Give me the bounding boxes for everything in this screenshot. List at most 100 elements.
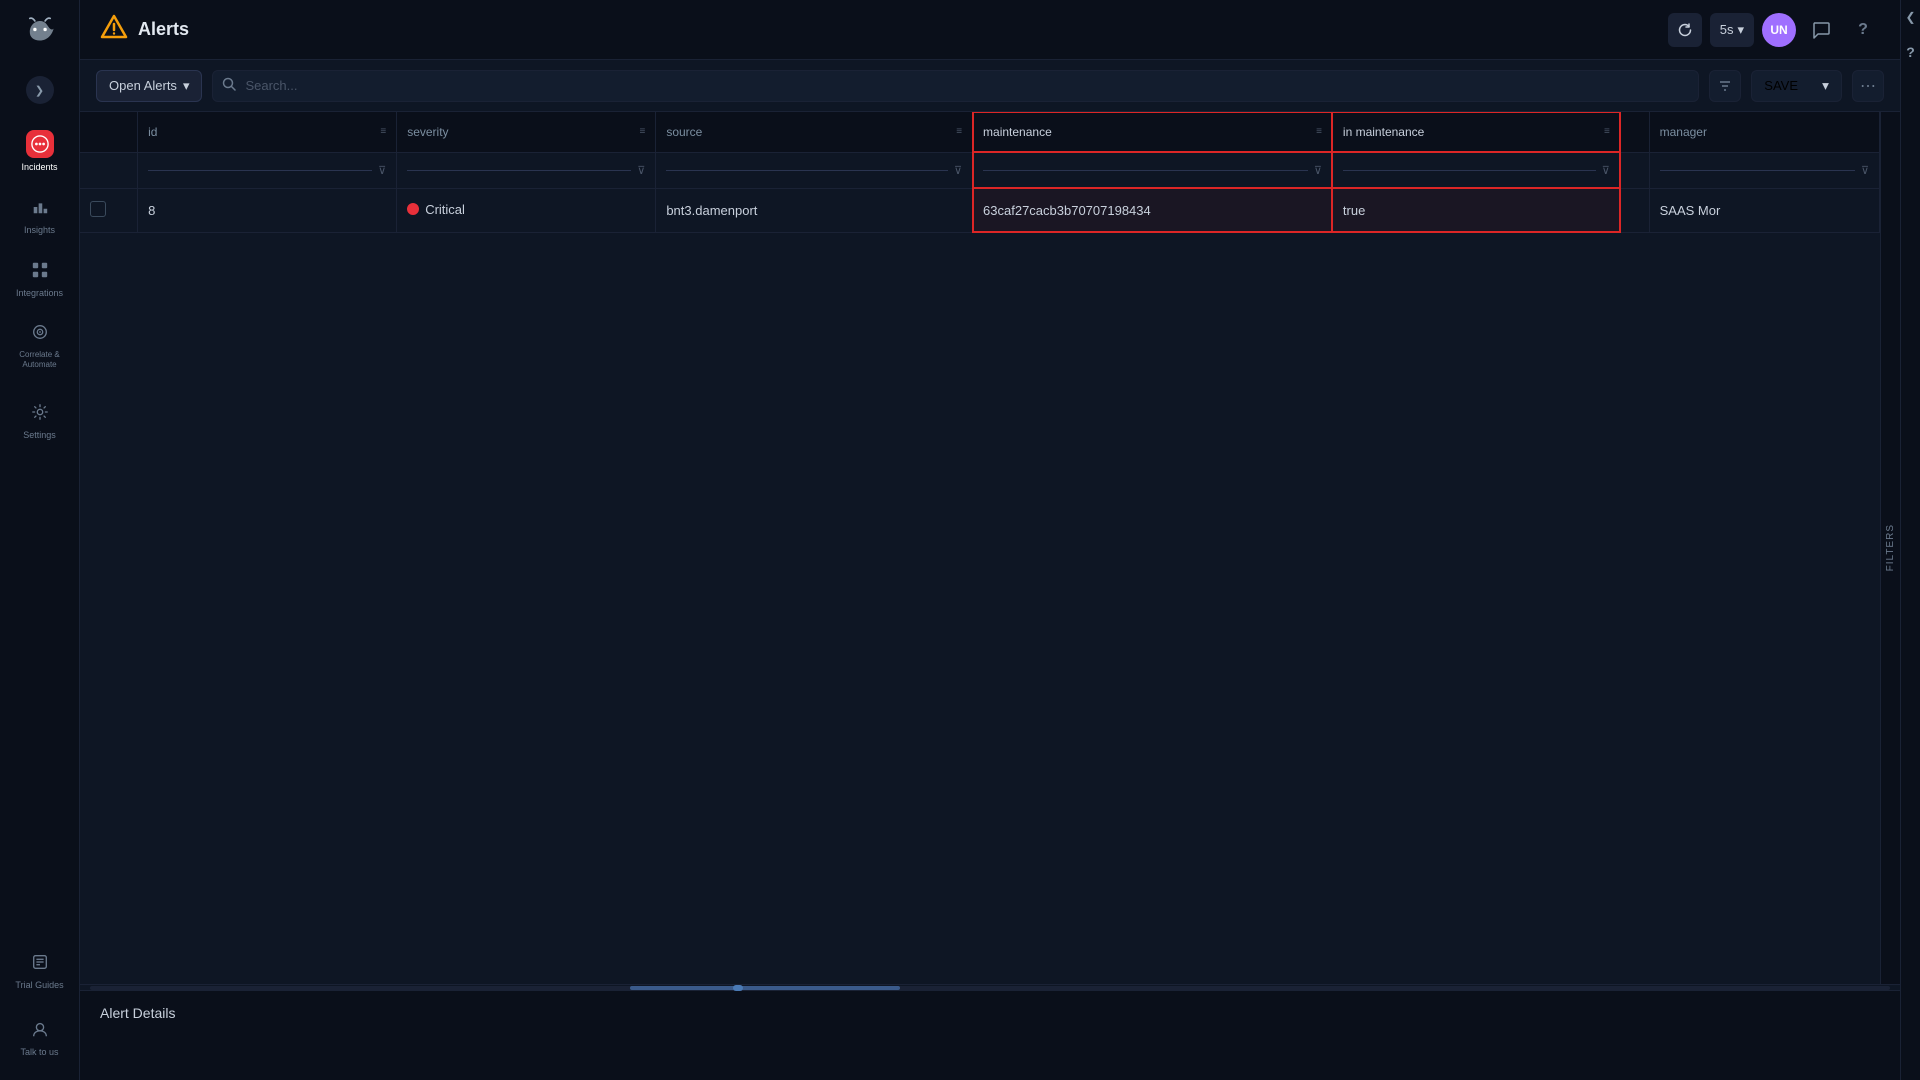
- th-maintenance-sort-icon[interactable]: ≡: [1316, 126, 1322, 137]
- sidebar-item-integrations[interactable]: Integrations: [0, 246, 79, 309]
- save-dropdown-arrow-icon: ▾: [1822, 78, 1829, 94]
- sidebar-item-settings[interactable]: Settings: [0, 388, 79, 451]
- table-row[interactable]: 8 Critical bnt3.damenport 63caf: [80, 188, 1880, 232]
- table-container[interactable]: id ≡ severity ≡ source: [80, 112, 1880, 984]
- right-panel-collapse-icon[interactable]: ❮: [1905, 10, 1915, 24]
- filter-in-maintenance-cell: ⊽: [1332, 152, 1620, 188]
- row-id-value: 8: [148, 203, 155, 218]
- save-dropdown-button[interactable]: ▾: [1810, 70, 1842, 102]
- th-id: id ≡: [138, 112, 397, 152]
- refresh-button[interactable]: [1668, 13, 1702, 47]
- interval-button[interactable]: 5s ▾: [1710, 13, 1754, 47]
- filter-button[interactable]: [1709, 70, 1741, 102]
- filter-id-cell: ⊽: [138, 152, 397, 188]
- table-body: 8 Critical bnt3.damenport 63caf: [80, 188, 1880, 232]
- incidents-icon: [26, 130, 54, 158]
- filter-in-maintenance-icon[interactable]: ⊽: [1602, 164, 1610, 177]
- filter-maintenance-icon[interactable]: ⊽: [1314, 164, 1322, 177]
- avatar-initials: UN: [1770, 23, 1787, 37]
- sidebar-item-integrations-label: Integrations: [16, 288, 63, 299]
- th-checkbox: [80, 112, 138, 152]
- open-alerts-arrow-icon: ▾: [183, 78, 190, 94]
- filter-divider-cell: [1620, 152, 1649, 188]
- sidebar-item-insights[interactable]: Insights: [0, 183, 79, 246]
- talk-icon: [26, 1015, 54, 1043]
- open-alerts-button[interactable]: Open Alerts ▾: [96, 70, 202, 102]
- row-maintenance-cell: 63caf27cacb3b70707198434: [973, 188, 1333, 232]
- scrollbar-handle: [733, 985, 744, 991]
- filter-id-icon[interactable]: ⊽: [378, 164, 386, 177]
- main-content: Alerts 5s ▾ UN ?: [80, 0, 1900, 1080]
- row-severity-value: Critical: [425, 202, 465, 217]
- interval-value: 5s: [1720, 22, 1734, 37]
- row-source-cell: bnt3.damenport: [656, 188, 973, 232]
- sidebar: ❯ Incidents Insights: [0, 0, 80, 1080]
- talk-label: Talk to us: [20, 1047, 58, 1058]
- filter-source-icon[interactable]: ⊽: [954, 164, 962, 177]
- sidebar-logo[interactable]: [20, 12, 60, 52]
- sidebar-item-insights-label: Insights: [24, 225, 55, 236]
- row-manager-value: SAAS Mor: [1660, 203, 1721, 218]
- row-severity-cell: Critical: [397, 188, 656, 232]
- sidebar-item-correlate[interactable]: Correlate & Automate: [0, 308, 79, 379]
- th-severity-sort-icon[interactable]: ≡: [639, 126, 645, 137]
- right-panel: ❮ ?: [1900, 0, 1920, 1080]
- row-divider-cell: [1620, 188, 1649, 232]
- row-maintenance-value: 63caf27cacb3b70707198434: [983, 203, 1151, 218]
- sidebar-collapse-button[interactable]: ❯: [26, 76, 54, 104]
- th-severity: severity ≡: [397, 112, 656, 152]
- insights-icon: [26, 193, 54, 221]
- severity-badge: Critical: [407, 202, 465, 217]
- table-section: id ≡ severity ≡ source: [80, 112, 1900, 984]
- filter-manager-cell: ⊽: [1649, 152, 1879, 188]
- topbar-right: 5s ▾ UN ?: [1668, 13, 1880, 47]
- chevron-right-icon: ❯: [35, 84, 44, 97]
- row-in-maintenance-cell: true: [1332, 188, 1620, 232]
- table-filter-row: ⊽ ⊽ ⊽: [80, 152, 1880, 188]
- sidebar-bottom: Trial Guides Talk to us: [9, 938, 69, 1068]
- filters-side-panel: FILTERS: [1880, 112, 1900, 984]
- user-avatar[interactable]: UN: [1762, 13, 1796, 47]
- alert-details-title: Alert Details: [100, 1005, 1880, 1021]
- filter-severity-icon[interactable]: ⊽: [637, 164, 645, 177]
- topbar: Alerts 5s ▾ UN ?: [80, 0, 1900, 60]
- th-source-sort-icon[interactable]: ≡: [956, 126, 962, 137]
- search-container: [212, 70, 1699, 102]
- row-source-value: bnt3.damenport: [666, 203, 757, 218]
- sidebar-item-talk[interactable]: Talk to us: [9, 1005, 69, 1068]
- more-options-button[interactable]: ⋯: [1852, 70, 1884, 102]
- horizontal-scrollbar[interactable]: [80, 984, 1900, 990]
- sidebar-item-trial[interactable]: Trial Guides: [9, 938, 69, 1001]
- right-panel-help-icon[interactable]: ?: [1906, 44, 1915, 60]
- filter-manager-icon[interactable]: ⊽: [1861, 164, 1869, 177]
- row-in-maintenance-value: true: [1343, 203, 1365, 218]
- search-input[interactable]: [212, 70, 1699, 102]
- th-manager: manager: [1649, 112, 1879, 152]
- alerts-table: id ≡ severity ≡ source: [80, 112, 1880, 233]
- correlate-icon: [26, 318, 54, 346]
- open-alerts-label: Open Alerts: [109, 78, 177, 93]
- more-icon: ⋯: [1860, 76, 1876, 96]
- page-header: Alerts: [100, 13, 189, 47]
- toolbar: Open Alerts ▾ SAVE ▾: [80, 60, 1900, 112]
- bottom-panel: Alert Details: [80, 990, 1900, 1080]
- sidebar-item-incidents[interactable]: Incidents: [0, 120, 79, 183]
- save-button[interactable]: SAVE: [1751, 70, 1810, 102]
- settings-icon: [26, 398, 54, 426]
- table-header-row: id ≡ severity ≡ source: [80, 112, 1880, 152]
- save-button-group: SAVE ▾: [1751, 70, 1842, 102]
- row-checkbox[interactable]: [90, 201, 106, 217]
- scrollbar-track: [90, 986, 1890, 990]
- row-manager-cell: SAAS Mor: [1649, 188, 1879, 232]
- chat-icon[interactable]: [1804, 13, 1838, 47]
- filter-maintenance-cell: ⊽: [973, 152, 1333, 188]
- sidebar-item-incidents-label: Incidents: [21, 162, 57, 173]
- th-maintenance: maintenance ≡: [973, 112, 1333, 152]
- row-id-cell: 8: [138, 188, 397, 232]
- page-title: Alerts: [138, 19, 189, 40]
- help-icon[interactable]: ?: [1846, 13, 1880, 47]
- search-icon: [222, 77, 236, 94]
- filters-side-label: FILTERS: [1885, 524, 1896, 571]
- th-in-maintenance-sort-icon[interactable]: ≡: [1604, 126, 1610, 137]
- th-id-sort-icon[interactable]: ≡: [380, 126, 386, 137]
